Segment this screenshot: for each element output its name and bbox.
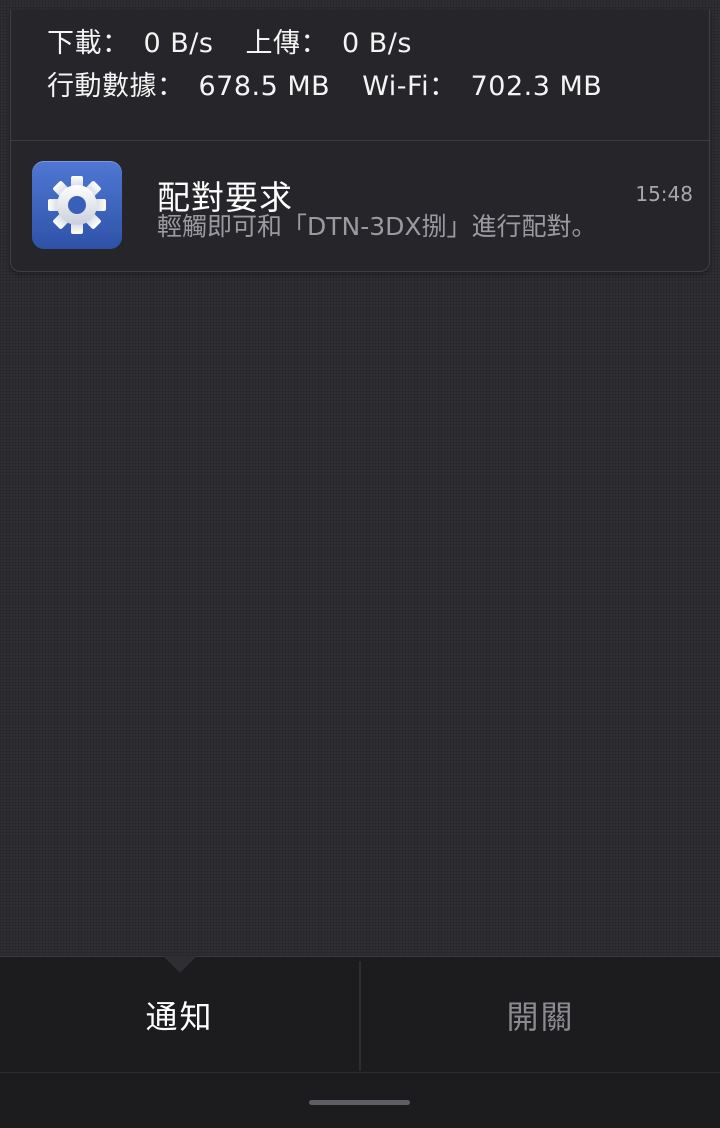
mobile-data-value: 678.5 MB	[198, 71, 331, 102]
notification-time: 15:48	[635, 182, 693, 206]
bottom-tab-bar: 通知 開關	[0, 956, 720, 1128]
tab-notifications[interactable]: 通知	[0, 957, 359, 1072]
drag-handle[interactable]	[309, 1100, 410, 1105]
download-value: 0 B/s	[143, 28, 214, 59]
traffic-stats: 下載： 0 B/s 上傳： 0 B/s 行動數據： 678.5 MB Wi-Fi： 702.…	[47, 22, 602, 108]
settings-app-icon	[32, 161, 122, 249]
wifi-value: 702.3 MB	[470, 71, 603, 102]
wifi-label: Wi-Fi：	[362, 71, 457, 102]
download-label: 下載：	[47, 28, 130, 59]
notification-text: 輕觸即可和「DTN-3DX捌」進行配對。	[157, 212, 597, 241]
upload-value: 0 B/s	[341, 28, 412, 59]
upload-label: 上傳：	[245, 28, 328, 59]
bar-divider	[0, 1072, 720, 1073]
usage-row: 行動數據： 678.5 MB Wi-Fi： 702.3 MB	[47, 65, 602, 108]
traffic-notification-card: 下載： 0 B/s 上傳： 0 B/s 行動數據： 678.5 MB Wi-Fi： 702.…	[10, 10, 710, 272]
mobile-data-label: 行動數據：	[47, 71, 185, 102]
speed-row: 下載： 0 B/s 上傳： 0 B/s	[47, 22, 602, 65]
settings-gear-icon	[48, 176, 106, 234]
pairing-request-notification[interactable]: 配對要求 輕觸即可和「DTN-3DX捌」進行配對。 15:48	[11, 141, 709, 271]
tab-toggles[interactable]: 開關	[361, 957, 720, 1072]
